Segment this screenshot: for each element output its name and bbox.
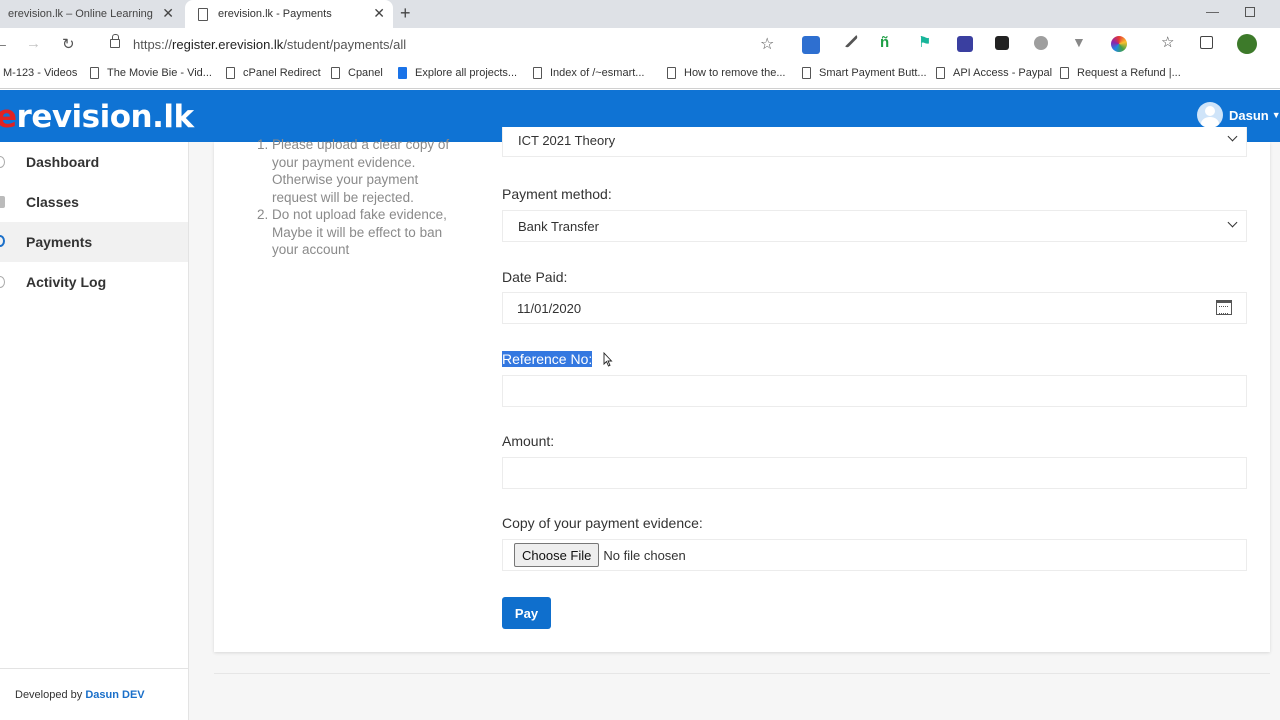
profile-avatar-icon[interactable] — [1237, 34, 1257, 54]
bookmark-item[interactable]: cPanel Redirect — [226, 67, 321, 79]
sidebar-item-dashboard[interactable]: Dashboard — [0, 142, 188, 182]
reference-no-input[interactable] — [502, 375, 1247, 407]
classes-icon — [0, 196, 5, 208]
cube-ext-icon[interactable] — [995, 36, 1009, 50]
page-icon — [226, 67, 235, 79]
class-select-value: ICT 2021 Theory — [518, 133, 616, 148]
page-icon — [667, 67, 676, 79]
tab-title: erevision.lk - Payments — [218, 8, 332, 20]
divider — [214, 673, 1270, 674]
upload-instructions: Please upload a clear copy of your payme… — [257, 136, 462, 259]
reload-icon[interactable]: ↻ — [62, 35, 75, 53]
sidebar-footer: Developed by Dasun DEV — [0, 668, 188, 701]
user-menu[interactable]: Dasun ▼ — [1197, 102, 1280, 128]
calendar-icon[interactable] — [1216, 300, 1232, 315]
bookmark-item[interactable]: Cpanel — [331, 67, 383, 79]
browser-tab-strip: erevision.lk – Online Learning Ma ✕ erev… — [0, 0, 1280, 28]
page-icon — [331, 67, 340, 79]
sidebar-item-label: Dashboard — [26, 154, 100, 170]
page-icon — [90, 67, 99, 79]
page-icon — [936, 67, 945, 79]
page-icon — [802, 67, 811, 79]
sidebar: Dashboard Classes Payments Activity Log … — [0, 142, 189, 720]
bookmarks-bar: M-123 - Videos The Movie Bie - Vid... cP… — [0, 62, 1280, 89]
date-paid-value: 11/01/2020 — [517, 300, 582, 316]
amount-label: Amount: — [502, 433, 555, 449]
new-tab-icon[interactable]: + — [400, 3, 411, 24]
flag-ext-icon[interactable]: ⚑ — [918, 33, 934, 51]
colorwheel-ext-icon[interactable] — [1111, 36, 1127, 52]
chevron-down-icon — [1227, 131, 1238, 142]
minimize-window-icon[interactable]: — — [1206, 4, 1219, 19]
close-tab-icon[interactable]: ✕ — [162, 6, 174, 20]
sidebar-item-classes[interactable]: Classes — [0, 182, 188, 222]
class-select[interactable]: ICT 2021 Theory — [502, 127, 1247, 157]
bookmark-item[interactable]: API Access - Paypal — [936, 67, 1052, 79]
close-tab-icon[interactable]: ✕ — [373, 6, 385, 20]
bookmark-item[interactable]: M-123 - Videos — [3, 67, 77, 79]
instruction-item: Do not upload fake evidence, Maybe it wi… — [272, 206, 462, 259]
choose-file-button[interactable]: Choose File — [514, 543, 600, 567]
address-bar[interactable]: https://register.erevision.lk/student/pa… — [96, 31, 786, 59]
user-name: Dasun — [1229, 107, 1269, 123]
favorites-icon[interactable]: ☆ — [1161, 33, 1177, 51]
new-badge-ext-icon[interactable] — [802, 36, 820, 54]
lock-icon[interactable] — [110, 34, 120, 48]
developer-link[interactable]: Dasun DEV — [85, 689, 144, 701]
sidebar-item-label: Classes — [26, 194, 79, 210]
url-text[interactable]: https://register.erevision.lk/student/pa… — [133, 37, 406, 52]
eyedropper-ext-icon[interactable] — [841, 31, 859, 49]
user-avatar-icon — [1197, 102, 1223, 128]
collections-icon[interactable] — [1200, 36, 1213, 49]
caret-down-icon: ▼ — [1271, 110, 1280, 120]
dollar-icon — [0, 235, 5, 247]
sidebar-item-label: Payments — [26, 234, 93, 250]
brand-logo[interactable]: erevision.lk — [0, 99, 194, 135]
bookmark-item[interactable]: The Movie Bie - Vid... — [90, 67, 212, 79]
back-arrow-icon[interactable]: ← — [0, 35, 9, 52]
fi-ext-icon[interactable]: ñ — [880, 34, 896, 51]
instruction-item: Please upload a clear copy of your payme… — [272, 136, 462, 206]
file-status-text: No file chosen — [603, 547, 686, 563]
screen-ext-icon[interactable] — [957, 36, 973, 52]
bookmark-item[interactable]: Smart Payment Butt... — [802, 67, 927, 79]
evidence-label: Copy of your payment evidence: — [502, 515, 703, 531]
pay-button[interactable]: Pay — [502, 597, 551, 629]
date-paid-label: Date Paid: — [502, 269, 568, 285]
bookmark-item[interactable]: Index of /~esmart... — [533, 67, 644, 79]
sidebar-item-label: Activity Log — [26, 274, 107, 290]
amount-input[interactable] — [502, 457, 1247, 489]
bookmark-star-icon[interactable]: ☆ — [760, 34, 774, 54]
sidebar-item-activity-log[interactable]: Activity Log — [0, 262, 188, 302]
clock-icon — [0, 276, 5, 288]
sidebar-item-payments[interactable]: Payments — [0, 222, 188, 262]
footer-text: Developed by — [15, 689, 83, 701]
maximize-window-icon[interactable] — [1245, 7, 1255, 17]
reference-no-label: Reference No: — [502, 351, 593, 367]
payment-method-value: Bank Transfer — [518, 218, 599, 234]
browser-tab-erevision-home[interactable]: erevision.lk – Online Learning Ma ✕ — [0, 0, 184, 28]
browser-tab-payments[interactable]: erevision.lk - Payments ✕ — [185, 0, 393, 28]
chevron-down-icon — [1227, 217, 1238, 228]
browser-toolbar: ← → ↻ https://register.erevision.lk/stud… — [0, 28, 1280, 62]
payment-method-label: Payment method: — [502, 186, 612, 202]
page-icon — [198, 7, 208, 21]
page-icon — [533, 67, 542, 79]
mouse-cursor-icon — [603, 352, 613, 367]
payment-method-select[interactable]: Bank Transfer — [502, 210, 1247, 242]
bookmark-item[interactable]: Request a Refund |... — [1060, 67, 1181, 79]
circle-ext-icon[interactable] — [1034, 36, 1048, 50]
forward-arrow-icon[interactable]: → — [26, 35, 41, 52]
tab-title: erevision.lk – Online Learning Ma — [8, 8, 155, 20]
vee-ext-icon[interactable]: ▼ — [1072, 34, 1088, 50]
evidence-file-input[interactable]: Choose File No file chosen — [502, 539, 1247, 571]
dashboard-icon — [0, 156, 5, 168]
bookmark-item[interactable]: Explore all projects... — [398, 67, 517, 79]
date-paid-input[interactable]: 11/01/2020 — [502, 292, 1247, 324]
bookmark-item[interactable]: How to remove the... — [667, 67, 786, 79]
hashnode-icon — [398, 67, 407, 79]
page-icon — [1060, 67, 1069, 79]
